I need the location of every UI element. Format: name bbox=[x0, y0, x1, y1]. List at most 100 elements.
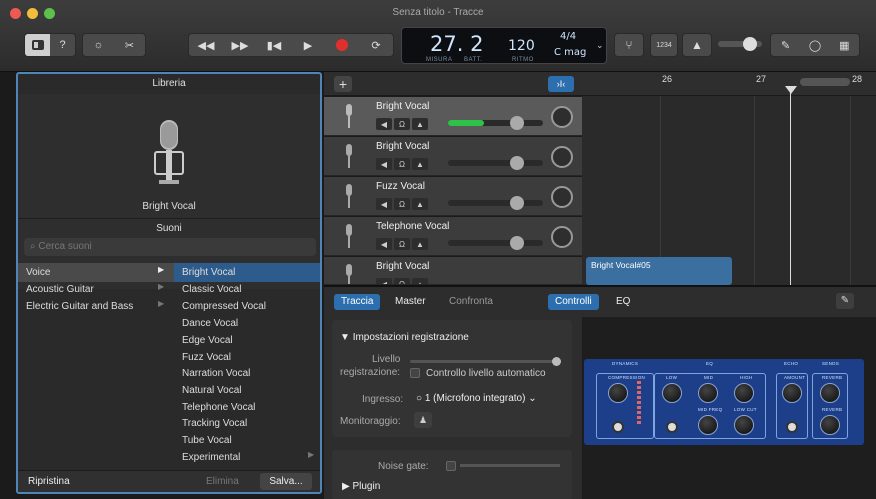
tuner-button[interactable]: ⑂ bbox=[614, 33, 644, 57]
sound-item[interactable]: Narration Vocal bbox=[174, 365, 320, 382]
sound-item[interactable]: Natural Vocal bbox=[174, 382, 320, 399]
noise-gate-slider[interactable] bbox=[460, 464, 560, 467]
media-browser-button[interactable]: ▦ bbox=[830, 34, 859, 56]
sound-item[interactable]: Classic Vocal bbox=[174, 281, 320, 298]
play-button[interactable]: ▶ bbox=[291, 34, 325, 56]
auto-level-checkbox[interactable] bbox=[410, 368, 420, 378]
recording-level-slider[interactable] bbox=[410, 357, 561, 366]
record-enable-button[interactable]: ▲ bbox=[412, 238, 428, 250]
sound-item[interactable]: Experimental bbox=[174, 449, 320, 466]
lcd-menu-chevron-icon[interactable]: ⌄ bbox=[596, 40, 604, 51]
track-volume-slider[interactable] bbox=[448, 196, 543, 210]
solo-button[interactable]: Ω bbox=[394, 198, 410, 210]
track-volume-slider[interactable] bbox=[448, 236, 543, 250]
reset-button[interactable]: Ripristina bbox=[28, 476, 70, 487]
library-toggle-button[interactable] bbox=[25, 34, 50, 56]
compression-knob[interactable] bbox=[608, 383, 628, 403]
pan-knob[interactable] bbox=[551, 226, 573, 248]
fast-forward-button[interactable]: ▶▶ bbox=[223, 34, 257, 56]
track-volume-slider[interactable] bbox=[448, 156, 543, 170]
mute-button[interactable]: ◀ bbox=[376, 238, 392, 250]
solo-button[interactable]: Ω bbox=[394, 238, 410, 250]
track-name[interactable]: Telephone Vocal bbox=[376, 221, 449, 232]
track-name[interactable]: Bright Vocal bbox=[376, 261, 429, 272]
low-eq-knob[interactable] bbox=[662, 383, 682, 403]
count-in-button[interactable]: 1234 bbox=[650, 33, 678, 57]
mid-freq-knob[interactable] bbox=[698, 415, 718, 435]
mute-button[interactable]: ◀ bbox=[376, 198, 392, 210]
pan-knob[interactable] bbox=[551, 146, 573, 168]
reverb-knob[interactable] bbox=[820, 383, 840, 403]
sound-item[interactable]: Bright Vocal bbox=[174, 264, 320, 281]
tab-track[interactable]: Traccia bbox=[334, 294, 381, 310]
solo-button[interactable]: Ω bbox=[394, 158, 410, 170]
sound-item[interactable]: Dance Vocal bbox=[174, 315, 320, 332]
audio-region[interactable]: Bright Vocal#05 bbox=[586, 257, 732, 285]
track-row[interactable]: Fuzz Vocal ◀ Ω ▲ bbox=[324, 177, 582, 216]
edit-button[interactable]: ✎ bbox=[836, 293, 854, 309]
solo-button[interactable]: Ω bbox=[394, 278, 410, 284]
sound-item[interactable]: Tracking Vocal bbox=[174, 415, 320, 432]
lcd-display[interactable]: 27. 2 MISURA BATT. 120 RITMO 4/4 C mag ⌄ bbox=[401, 27, 607, 64]
track-volume-slider[interactable] bbox=[448, 116, 543, 130]
record-enable-button[interactable]: ▲ bbox=[412, 118, 428, 130]
track-row[interactable]: Bright Vocal ◀ Ω ▲ bbox=[324, 257, 582, 285]
level-knob[interactable] bbox=[552, 357, 561, 366]
category-voice[interactable]: Voice bbox=[26, 264, 166, 281]
volume-knob[interactable] bbox=[510, 236, 524, 250]
playhead[interactable] bbox=[790, 90, 791, 285]
master-volume-slider[interactable] bbox=[718, 37, 762, 51]
recording-settings-header[interactable]: ▼ Impostazioni registrazione bbox=[340, 332, 469, 343]
smart-controls-button[interactable]: ☼ bbox=[83, 34, 114, 56]
track-row[interactable]: Bright Vocal ◀ Ω ▲ bbox=[324, 137, 582, 176]
high-eq-knob[interactable] bbox=[734, 383, 754, 403]
volume-knob[interactable] bbox=[510, 196, 524, 210]
mid-eq-knob[interactable] bbox=[698, 383, 718, 403]
tab-eq[interactable]: EQ bbox=[609, 294, 637, 310]
cycle-region[interactable] bbox=[800, 78, 850, 86]
mute-button[interactable]: ◀ bbox=[376, 118, 392, 130]
add-track-button[interactable]: + bbox=[334, 76, 352, 92]
search-sounds-input[interactable]: ⌕ Cerca suoni bbox=[24, 238, 316, 256]
track-name[interactable]: Bright Vocal bbox=[376, 101, 429, 112]
tab-master[interactable]: Master bbox=[388, 294, 433, 310]
plugin-header[interactable]: ▶ Plugin bbox=[342, 481, 380, 492]
sound-item[interactable]: Fuzz Vocal bbox=[174, 349, 320, 366]
pan-knob[interactable] bbox=[551, 106, 573, 128]
category-electric-guitar-bass[interactable]: Electric Guitar and Bass bbox=[26, 298, 166, 315]
category-acoustic-guitar[interactable]: Acoustic Guitar bbox=[26, 281, 166, 298]
track-row[interactable]: Bright Vocal ◀ Ω ▲ bbox=[324, 97, 582, 136]
timeline-area[interactable]: 26 27 28 Bright Vocal#05 bbox=[582, 72, 876, 285]
sound-item[interactable]: Telephone Vocal bbox=[174, 399, 320, 416]
record-button[interactable] bbox=[325, 34, 359, 56]
track-name[interactable]: Fuzz Vocal bbox=[376, 181, 425, 192]
save-button[interactable]: Salva... bbox=[260, 473, 312, 490]
ruler[interactable]: 26 27 28 bbox=[582, 72, 876, 96]
sound-item[interactable]: Compressed Vocal bbox=[174, 298, 320, 315]
echo-amount-knob[interactable] bbox=[782, 383, 802, 403]
record-enable-button[interactable]: ▲ bbox=[412, 158, 428, 170]
input-select[interactable]: ○ 1 (Microfono integrato) ⌄ bbox=[416, 393, 537, 404]
tab-compare[interactable]: Confronta bbox=[442, 294, 500, 310]
mute-button[interactable]: ◀ bbox=[376, 158, 392, 170]
volume-knob[interactable] bbox=[510, 156, 524, 170]
delete-button[interactable]: Elimina bbox=[206, 476, 239, 487]
mute-button[interactable]: ◀ bbox=[376, 278, 392, 284]
master-volume-knob[interactable] bbox=[743, 37, 757, 51]
tab-controls[interactable]: Controlli bbox=[548, 294, 599, 310]
rewind-button[interactable]: ◀◀ bbox=[189, 34, 223, 56]
track-name[interactable]: Bright Vocal bbox=[376, 141, 429, 152]
record-enable-button[interactable]: ▲ bbox=[412, 278, 428, 284]
volume-knob[interactable] bbox=[510, 116, 524, 130]
noise-gate-checkbox[interactable] bbox=[446, 461, 456, 471]
catch-playhead-button[interactable]: ›I‹ bbox=[548, 76, 574, 92]
track-row[interactable]: Telephone Vocal ◀ Ω ▲ bbox=[324, 217, 582, 256]
metronome-button[interactable]: ▲ bbox=[682, 33, 712, 57]
solo-button[interactable]: Ω bbox=[394, 118, 410, 130]
pan-knob[interactable] bbox=[551, 186, 573, 208]
loop-browser-button[interactable]: ◯ bbox=[800, 34, 829, 56]
playhead-marker-icon[interactable] bbox=[785, 86, 797, 94]
sound-item[interactable]: Tube Vocal bbox=[174, 432, 320, 449]
monitoring-button[interactable]: ♟ bbox=[414, 412, 432, 428]
sound-item[interactable]: Edge Vocal bbox=[174, 332, 320, 349]
